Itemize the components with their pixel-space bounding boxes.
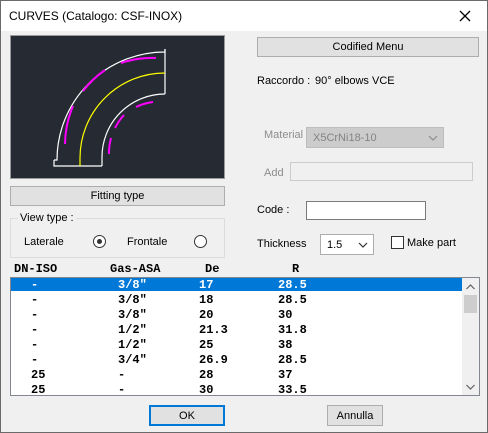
- cell-dn-iso: -: [31, 323, 39, 337]
- thickness-select[interactable]: 1.5: [320, 234, 374, 255]
- list-header: DN-ISO Gas-ASA De R: [10, 261, 480, 277]
- material-value: X5CrNi18-10: [313, 131, 377, 144]
- cell-de: 26.9: [199, 353, 228, 367]
- col-header-gas-asa: Gas-ASA: [110, 262, 161, 276]
- table-row[interactable]: - 3/4" 26.9 28.5: [11, 353, 463, 367]
- close-button[interactable]: [443, 1, 487, 31]
- cell-dn-iso: -: [31, 308, 39, 322]
- cell-r: 28.5: [278, 353, 307, 367]
- window-title: CURVES (Catalogo: CSF-INOX): [9, 9, 183, 23]
- col-header-r: R: [292, 262, 300, 276]
- make-part-checkbox[interactable]: [391, 236, 404, 249]
- table-row[interactable]: 25 - 30 33.5: [11, 383, 463, 396]
- col-header-de: De: [205, 262, 220, 276]
- cell-gas-asa: 3/4": [118, 353, 147, 367]
- cell-dn-iso: -: [31, 353, 39, 367]
- cell-de: 30: [199, 383, 214, 396]
- codified-menu-button[interactable]: Codified Menu: [257, 37, 479, 57]
- frontale-radio[interactable]: [194, 235, 207, 248]
- frontale-label: Frontale: [127, 236, 168, 248]
- cell-r: 31.8: [278, 323, 307, 337]
- raccordo-label: Raccordo :: [257, 75, 311, 87]
- material-select[interactable]: X5CrNi18-10: [306, 127, 444, 148]
- cell-r: 28.5: [278, 293, 307, 307]
- cell-gas-asa: 3/8": [118, 293, 147, 307]
- table-row[interactable]: - 1/2" 21.3 31.8: [11, 323, 463, 337]
- raccordo-value: 90° elbows VCE: [315, 75, 395, 87]
- cell-de: 28: [199, 368, 214, 382]
- cell-dn-iso: 25: [31, 368, 46, 382]
- cell-dn-iso: -: [31, 278, 39, 292]
- cell-dn-iso: -: [31, 293, 39, 307]
- thickness-label: Thickness: [257, 238, 307, 250]
- dialog-window: CURVES (Catalogo: CSF-INOX) Fitting type…: [0, 0, 488, 433]
- code-label: Code :: [257, 204, 290, 216]
- table-row[interactable]: - 1/2" 25 38: [11, 338, 463, 352]
- cell-gas-asa: 1/2": [118, 338, 147, 352]
- fitting-type-button[interactable]: Fitting type: [10, 186, 225, 206]
- scroll-thumb[interactable]: [464, 295, 477, 313]
- thickness-value: 1.5: [327, 238, 343, 251]
- make-part-label: Make part: [407, 237, 456, 249]
- close-icon: [459, 10, 471, 22]
- laterale-label: Laterale: [24, 236, 64, 248]
- material-label: Material: [264, 129, 304, 141]
- cell-de: 18: [199, 293, 214, 307]
- cell-de: 17: [199, 278, 214, 292]
- cell-de: 20: [199, 308, 214, 322]
- cell-gas-asa: 3/8": [118, 308, 147, 322]
- add-input[interactable]: [290, 162, 473, 181]
- cell-de: 25: [199, 338, 214, 352]
- cell-gas-asa: -: [118, 383, 126, 396]
- cell-r: 30: [278, 308, 293, 322]
- fitting-preview: [10, 35, 225, 179]
- col-header-dn-iso: DN-ISO: [14, 262, 58, 276]
- cell-r: 28.5: [278, 278, 307, 292]
- title-bar: CURVES (Catalogo: CSF-INOX): [1, 1, 487, 31]
- cell-r: 33.5: [278, 383, 307, 396]
- table-row[interactable]: - 3/8" 17 28.5: [11, 278, 463, 292]
- laterale-radio[interactable]: [93, 235, 106, 248]
- view-type-group: View type : Laterale Frontale: [10, 212, 225, 258]
- cell-gas-asa: 1/2": [118, 323, 147, 337]
- add-label: Add: [264, 167, 284, 179]
- view-type-title: View type :: [18, 212, 76, 224]
- chevron-down-icon: [358, 242, 368, 248]
- cell-dn-iso: 25: [31, 383, 46, 396]
- table-row[interactable]: - 3/8" 18 28.5: [11, 293, 463, 307]
- cell-r: 37: [278, 368, 293, 382]
- table-row[interactable]: - 3/8" 20 30: [11, 308, 463, 322]
- table-row[interactable]: 25 - 28 37: [11, 368, 463, 382]
- cell-r: 38: [278, 338, 293, 352]
- pipe-sizes-list[interactable]: - 3/8" 17 28.5 - 3/8" 18 28.5 - 3/8" 20 …: [10, 277, 480, 396]
- cell-de: 21.3: [199, 323, 228, 337]
- cell-gas-asa: -: [118, 368, 126, 382]
- cell-dn-iso: -: [31, 338, 39, 352]
- arrow-down-icon: [466, 384, 475, 390]
- code-input[interactable]: [306, 201, 426, 220]
- annulla-button[interactable]: Annulla: [327, 405, 383, 426]
- list-scrollbar[interactable]: [462, 278, 479, 395]
- scroll-up-button[interactable]: [462, 278, 479, 295]
- arrow-up-icon: [466, 283, 475, 289]
- cell-gas-asa: 3/8": [118, 278, 147, 292]
- ok-button[interactable]: OK: [149, 405, 225, 426]
- scroll-down-button[interactable]: [462, 378, 479, 395]
- chevron-down-icon: [428, 135, 438, 141]
